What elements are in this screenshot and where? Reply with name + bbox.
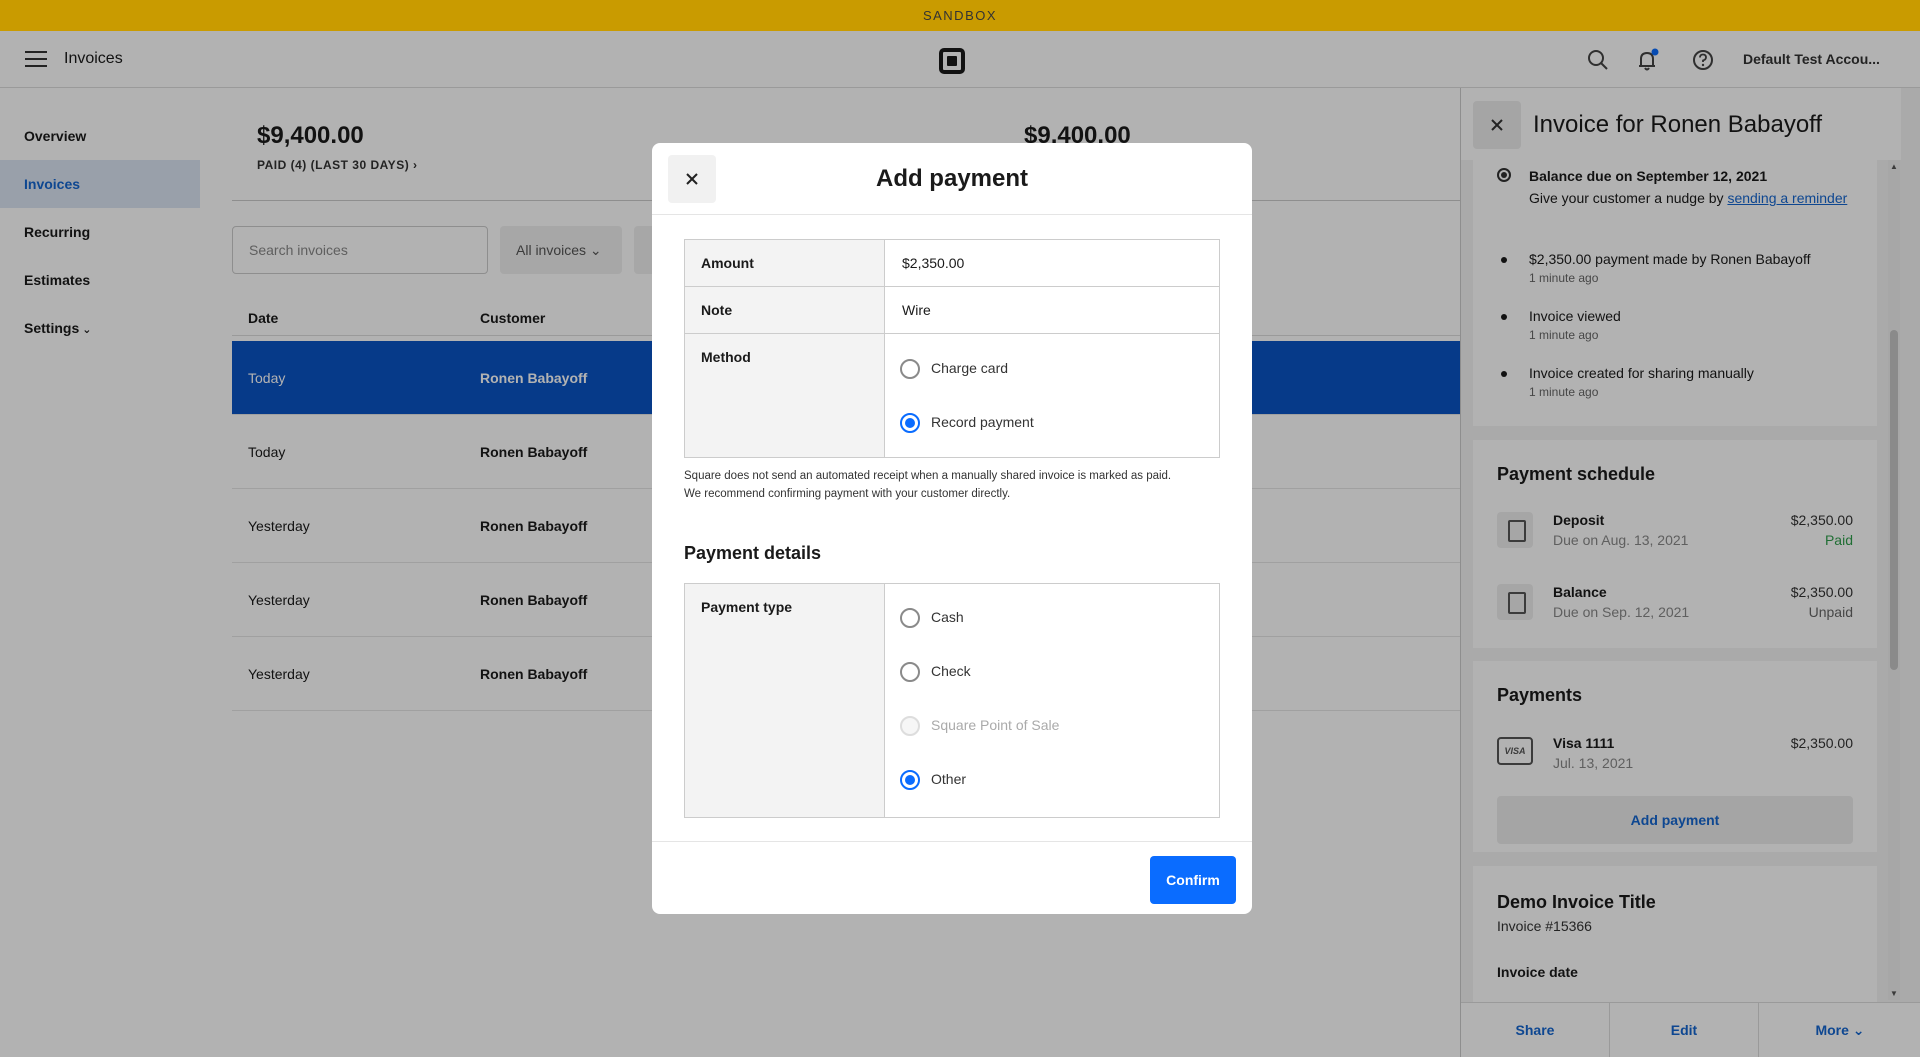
add-payment-dialog: Add payment Amount $2,350.00 Note Wire M… [652, 143, 1252, 914]
radio-icon [900, 608, 920, 628]
radio-selected-icon [900, 770, 920, 790]
divider [652, 214, 1252, 215]
divider [652, 841, 1252, 842]
payment-form-table: Amount $2,350.00 Note Wire Method Charge… [684, 239, 1220, 458]
payment-details-heading: Payment details [684, 543, 822, 563]
payment-type-label: Payment type [685, 584, 885, 817]
confirm-button[interactable]: Confirm [1150, 856, 1236, 904]
method-label: Method [685, 334, 885, 457]
radio-icon [900, 662, 920, 682]
note-label: Note [685, 287, 885, 334]
note-field[interactable]: Wire [886, 287, 1220, 334]
amount-label: Amount [685, 240, 885, 287]
radio-selected-icon [900, 413, 920, 433]
dialog-title: Add payment [875, 165, 1028, 192]
radio-icon [900, 359, 920, 379]
receipt-notice: Square does not send an automated receip… [684, 470, 1172, 500]
sandbox-banner: SANDBOX [0, 0, 1920, 31]
radio-disabled-icon [900, 716, 920, 736]
amount-field[interactable]: $2,350.00 [886, 240, 1220, 287]
payment-type-table: Payment type Cash Check Square Point of … [684, 583, 1220, 818]
